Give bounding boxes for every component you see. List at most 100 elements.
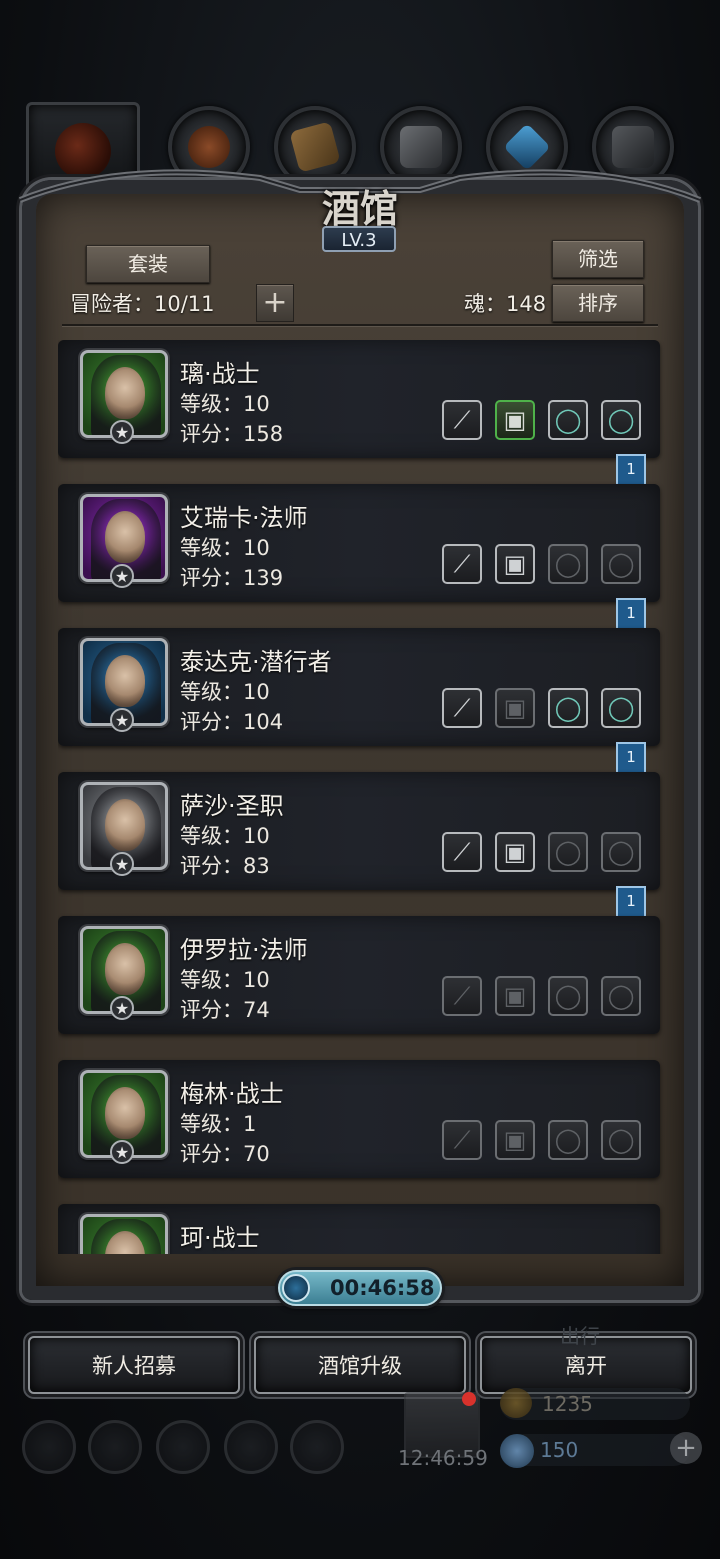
hero-level: 等级：10 <box>180 536 270 560</box>
hero-level: 等级：1 <box>180 1112 257 1136</box>
hero-name: 伊罗拉·法师 <box>180 936 308 964</box>
equipment-slots: ⟋ ▣ ◯ ◯ <box>442 400 648 444</box>
hero-hood <box>91 1219 161 1254</box>
add-slot-button[interactable]: + <box>256 284 294 322</box>
tab-wood[interactable] <box>274 106 356 188</box>
ring-slot-icon[interactable]: ◯ <box>548 1120 588 1160</box>
armor-slot-icon[interactable]: ▣ <box>495 832 535 872</box>
equipment-slots: ⟋ ▣ ◯ ◯ <box>442 688 648 732</box>
achievement-icon[interactable] <box>88 1420 142 1474</box>
bg-faded-label: 出行 <box>560 1324 600 1348</box>
armor-slot-icon[interactable]: ▣ <box>495 976 535 1016</box>
star-rank-icon: ★ <box>110 564 134 588</box>
equipment-slots: ⟋ ▣ ◯ ◯ <box>442 832 648 876</box>
ring-slot-icon[interactable]: ◯ <box>601 1120 641 1160</box>
ring-slot-icon[interactable]: ◯ <box>601 688 641 728</box>
equipment-slots: ⟋ ▣ ◯ ◯ <box>442 544 648 588</box>
hero-silhouette-icon <box>55 123 111 179</box>
shop-icon[interactable] <box>290 1420 344 1474</box>
hammer-slot-icon[interactable]: ⟋ <box>442 832 482 872</box>
ring-slot-icon[interactable]: ◯ <box>601 544 641 584</box>
ring-slot-icon[interactable]: ◯ <box>601 976 641 1016</box>
hero-card[interactable]: ★ 泰达克·潜行者等级：10 评分：104 ⟋ ▣ ◯ ◯ <box>58 628 660 746</box>
gem-icon <box>500 1434 534 1468</box>
tavern-timer: 00:46:58 <box>278 1270 442 1306</box>
ring-slot-icon[interactable]: ◯ <box>548 544 588 584</box>
dagger-slot-icon[interactable]: ⟋ <box>442 688 482 728</box>
ring-slot-icon[interactable]: ◯ <box>601 832 641 872</box>
settings-icon[interactable] <box>22 1420 76 1474</box>
hero-name: 珂·战士 <box>180 1224 260 1252</box>
hero-card[interactable]: ★ 艾瑞卡·法师 等级：10 评分：139 ⟋ ▣ ◯ ◯ <box>58 484 660 602</box>
add-gems-button[interactable]: + <box>670 1432 702 1464</box>
equipment-slots: ⟋ ▣ ◯ ◯ <box>442 1120 648 1164</box>
anvil-icon <box>612 126 654 168</box>
notification-dot <box>462 1392 476 1406</box>
hero-name: 泰达克·潜行者 <box>180 648 332 676</box>
set-button[interactable]: 套装 <box>86 245 210 283</box>
recruit-button[interactable]: 新人招募 <box>28 1336 240 1394</box>
robe-slot-icon[interactable]: ▣ <box>495 544 535 584</box>
ring-slot-icon[interactable]: ◯ <box>548 688 588 728</box>
hero-card[interactable]: ★ 伊罗拉·法师 等级：10 评分：74 ⟋ ▣ ◯ ◯ <box>58 916 660 1034</box>
ring-slot-icon[interactable]: ◯ <box>601 400 641 440</box>
wooden-planks-icon <box>289 121 341 173</box>
ring-slot-icon[interactable]: ◯ <box>548 400 588 440</box>
tab-crystal[interactable] <box>486 106 568 188</box>
clock-icon <box>282 1274 310 1302</box>
gem-amount: 150 <box>540 1438 579 1462</box>
armor-slot-icon[interactable]: ▣ <box>495 1120 535 1160</box>
star-rank-icon: ★ <box>110 1140 134 1164</box>
upgrade-tavern-button[interactable]: 酒馆升级 <box>254 1336 466 1394</box>
hero-score: 评分：104 <box>180 710 284 734</box>
staff-slot-icon[interactable]: ⟋ <box>442 976 482 1016</box>
star-rank-icon: ★ <box>110 852 134 876</box>
mail-icon[interactable] <box>224 1420 278 1474</box>
adventurers-count: 冒险者：10/11 <box>70 292 215 316</box>
sort-button[interactable]: 排序 <box>552 284 644 322</box>
blue-crystal-icon <box>503 123 551 171</box>
divider <box>62 324 658 326</box>
armor-slot-icon[interactable]: ▣ <box>495 400 535 440</box>
hero-card[interactable]: ★ 璃·战士等级：10 评分：158 ⟋ ▣ ◯ ◯ <box>58 340 660 458</box>
sword-slot-icon[interactable]: ⟋ <box>442 400 482 440</box>
staff-slot-icon[interactable]: ⟋ <box>442 544 482 584</box>
ring-slot-icon[interactable]: ◯ <box>548 976 588 1016</box>
iron-ingot-icon <box>400 126 442 168</box>
gold-coin-icon <box>500 1388 532 1418</box>
hero-card[interactable]: ★ 萨沙·圣职等级：10 评分：83 ⟋ ▣ ◯ ◯ <box>58 772 660 890</box>
hero-name: 梅林·战士 <box>180 1080 284 1108</box>
tavern-level-badge: LV.3 <box>322 226 396 252</box>
armor-slot-icon[interactable]: ▣ <box>495 688 535 728</box>
game-clock: 12:46:59 <box>398 1446 488 1470</box>
hero-score: 评分：139 <box>180 566 284 590</box>
tab-iron[interactable] <box>380 106 462 188</box>
hero-portrait[interactable] <box>80 1214 168 1254</box>
hero-level: 等级：10 <box>180 392 270 416</box>
hero-score: 评分：158 <box>180 422 284 446</box>
hero-level: 等级：10 <box>180 680 270 704</box>
top-category-tabs <box>22 100 702 194</box>
hero-score: 评分：70 <box>180 1142 270 1166</box>
ring-slot-icon[interactable]: ◯ <box>548 832 588 872</box>
hero-score: 评分：83 <box>180 854 270 878</box>
star-rank-icon: ★ <box>110 996 134 1020</box>
hero-list[interactable]: ★ 璃·战士 等级：10 评分：158 ⟋ ▣ ◯ ◯ 1 ★ 艾瑞卡·法师 等级：10 评分：139 ⟋… <box>58 340 668 1254</box>
hero-level: 等级：10 <box>180 824 270 848</box>
panel-title: 酒馆 <box>321 186 398 231</box>
codex-icon[interactable] <box>156 1420 210 1474</box>
equipment-slots: ⟋ ▣ ◯ ◯ <box>442 976 648 1020</box>
sword-slot-icon[interactable]: ⟋ <box>442 1120 482 1160</box>
souls-count: 魂：148 <box>464 292 547 316</box>
hero-name: 萨沙·圣职 <box>180 792 284 820</box>
hero-card[interactable]: 珂·战士 <box>58 1204 660 1254</box>
star-rank-icon: ★ <box>110 420 134 444</box>
tab-anvil[interactable] <box>592 106 674 188</box>
timer-text: 00:46:58 <box>330 1276 435 1300</box>
tab-potions[interactable] <box>168 106 250 188</box>
hero-card[interactable]: ★ 梅林·战士等级：1 评分：70 ⟋ ▣ ◯ ◯ <box>58 1060 660 1178</box>
star-rank-icon: ★ <box>110 708 134 732</box>
hero-score: 评分：74 <box>180 998 270 1022</box>
filter-button[interactable]: 筛选 <box>552 240 644 278</box>
hero-name: 璃·战士 <box>180 360 260 388</box>
